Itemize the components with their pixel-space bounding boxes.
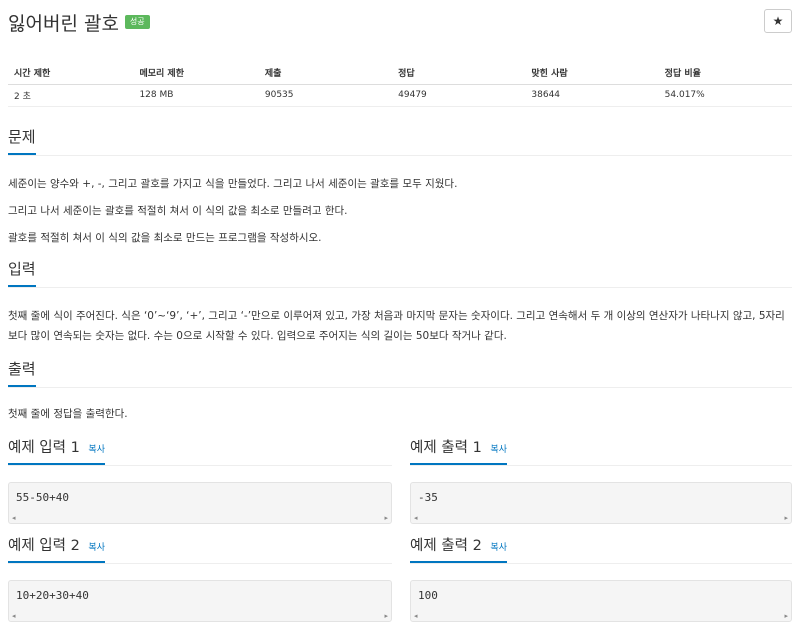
- sample-input-2-text: 10+20+30+40: [16, 589, 89, 602]
- problem-info-table: 시간 제한 메모리 제한 제출 정답 맞힌 사람 정답 비율 2 초 128 M…: [8, 62, 792, 107]
- problem-section-header: 문제: [8, 126, 792, 156]
- sample-output-2-title: 예제 출력 2 복사: [410, 534, 507, 563]
- sample-input-2-title: 예제 입력 2 복사: [8, 534, 105, 563]
- problem-line: 세준이는 양수와 +, -, 그리고 괄호를 가지고 식을 만들었다. 그리고 …: [8, 178, 458, 190]
- problem-title-row: 잃어버린 괄호 성공: [8, 8, 150, 36]
- problem-heading: 문제: [8, 126, 36, 155]
- scroll-left-icon[interactable]: ◂: [12, 612, 16, 620]
- horizontal-scrollbar[interactable]: ◂ ▸: [10, 512, 390, 522]
- sample-output-1-title: 예제 출력 1 복사: [410, 436, 507, 465]
- table-cell: 2 초: [8, 84, 134, 107]
- sample-input-1-box[interactable]: 55-50+40 ◂ ▸: [8, 482, 392, 524]
- table-row: 2 초 128 MB 90535 49479 38644 54.017%: [8, 84, 792, 107]
- sample-output-2-label: 예제 출력 2: [410, 538, 482, 554]
- star-button[interactable]: ★: [764, 9, 792, 33]
- input-heading: 입력: [8, 258, 36, 287]
- table-header: 메모리 제한: [133, 62, 259, 85]
- sample-output-1-header: 예제 출력 1 복사: [410, 436, 792, 466]
- scroll-left-icon[interactable]: ◂: [414, 612, 418, 620]
- sample-output-1-label: 예제 출력 1: [410, 440, 482, 456]
- sample-input-2-header: 예제 입력 2 복사: [8, 534, 392, 564]
- horizontal-scrollbar[interactable]: ◂ ▸: [412, 512, 790, 522]
- sample-input-2-label: 예제 입력 2: [8, 538, 80, 554]
- table-cell: 49479: [392, 84, 526, 107]
- sample-input-1-header: 예제 입력 1 복사: [8, 436, 392, 466]
- sample-input-1-title: 예제 입력 1 복사: [8, 436, 105, 465]
- star-icon: ★: [772, 14, 784, 28]
- scroll-right-icon[interactable]: ▸: [784, 612, 788, 620]
- problem-line: 그리고 나서 세준이는 괄호를 적절히 쳐서 이 식의 값을 최소로 만들려고 …: [8, 205, 348, 217]
- copy-sample-output-2-link[interactable]: 복사: [490, 543, 507, 553]
- sample-input-1-text: 55-50+40: [16, 491, 69, 504]
- output-heading: 출력: [8, 358, 36, 387]
- sample-output-2-text: 100: [418, 589, 438, 602]
- output-description: 첫째 줄에 정답을 출력한다.: [8, 408, 128, 420]
- sample-output-1-text: -35: [418, 491, 438, 504]
- status-badge: 성공: [124, 15, 150, 29]
- table-header-row: 시간 제한 메모리 제한 제출 정답 맞힌 사람 정답 비율: [8, 62, 792, 85]
- table-cell: 54.017%: [658, 84, 792, 107]
- copy-sample-output-1-link[interactable]: 복사: [490, 445, 507, 455]
- table-header: 정답 비율: [658, 62, 792, 85]
- sample-input-2-box[interactable]: 10+20+30+40 ◂ ▸: [8, 580, 392, 622]
- scroll-right-icon[interactable]: ▸: [384, 514, 388, 522]
- horizontal-scrollbar[interactable]: ◂ ▸: [10, 610, 390, 620]
- input-section-header: 입력: [8, 258, 792, 288]
- table-cell: 38644: [525, 84, 659, 107]
- scroll-left-icon[interactable]: ◂: [12, 514, 16, 522]
- page-title: 잃어버린 괄호: [8, 12, 119, 35]
- copy-sample-input-2-link[interactable]: 복사: [88, 543, 105, 553]
- table-header: 시간 제한: [8, 62, 134, 85]
- horizontal-scrollbar[interactable]: ◂ ▸: [412, 610, 790, 620]
- table-cell: 90535: [258, 84, 393, 107]
- sample-input-1-label: 예제 입력 1: [8, 440, 80, 456]
- table-header: 정답: [392, 62, 526, 85]
- copy-sample-input-1-link[interactable]: 복사: [88, 445, 105, 455]
- table-cell: 128 MB: [133, 84, 259, 107]
- problem-line: 괄호를 적절히 쳐서 이 식의 값을 최소로 만드는 프로그램을 작성하시오.: [8, 232, 322, 244]
- table-header: 맞힌 사람: [525, 62, 659, 85]
- scroll-right-icon[interactable]: ▸: [384, 612, 388, 620]
- output-section-header: 출력: [8, 358, 792, 388]
- sample-output-2-header: 예제 출력 2 복사: [410, 534, 792, 564]
- table-header: 제출: [258, 62, 393, 85]
- scroll-left-icon[interactable]: ◂: [414, 514, 418, 522]
- scroll-right-icon[interactable]: ▸: [784, 514, 788, 522]
- input-description: 첫째 줄에 식이 주어진다. 식은 ‘0’~‘9’, ‘+’, 그리고 ‘-’만…: [8, 310, 785, 342]
- sample-output-2-box[interactable]: 100 ◂ ▸: [410, 580, 792, 622]
- sample-output-1-box[interactable]: -35 ◂ ▸: [410, 482, 792, 524]
